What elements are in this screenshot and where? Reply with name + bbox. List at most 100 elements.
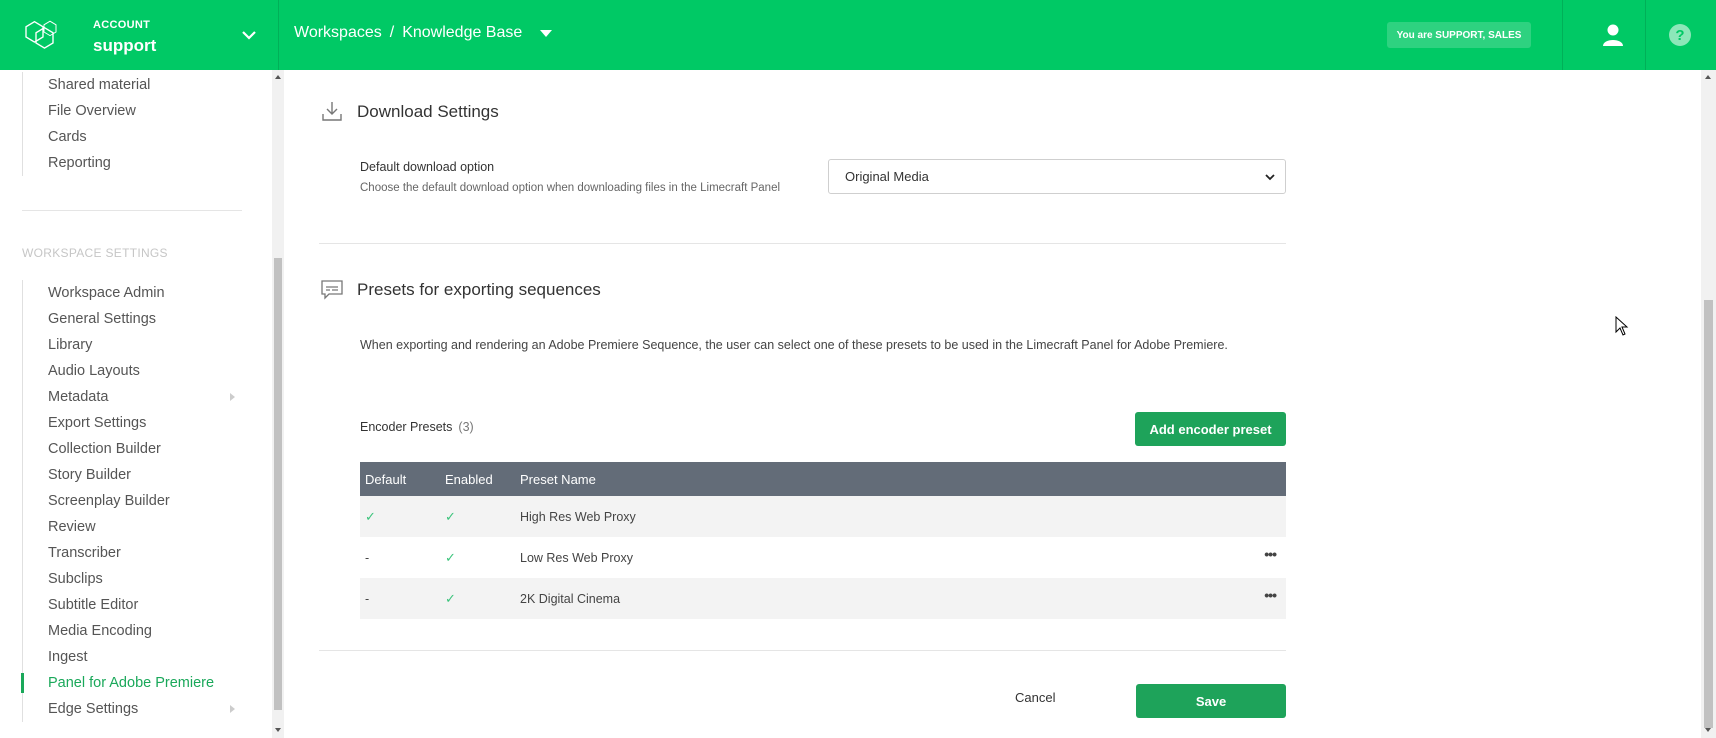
divider bbox=[278, 0, 279, 70]
sidebar-item-label: Reporting bbox=[48, 155, 111, 171]
default-download-select[interactable]: Original Media bbox=[828, 159, 1286, 194]
table-row[interactable]: - ✓ 2K Digital Cinema ••• bbox=[360, 578, 1286, 619]
cancel-button[interactable]: Cancel bbox=[1015, 690, 1055, 705]
preset-name: Low Res Web Proxy bbox=[520, 550, 634, 565]
more-options-icon[interactable]: ••• bbox=[1264, 547, 1277, 561]
sidebar-item-label: Panel for Adobe Premiere bbox=[48, 675, 215, 691]
sidebar-item-collection-builder[interactable]: Collection Builder bbox=[23, 436, 243, 462]
sidebar-item-shared-material[interactable]: Shared material bbox=[23, 72, 243, 98]
presets-description: When exporting and rendering an Adobe Pr… bbox=[360, 338, 1228, 352]
scroll-down-icon[interactable] bbox=[1705, 728, 1711, 732]
caret-down-icon[interactable] bbox=[540, 29, 553, 37]
enabled-check-icon: ✓ bbox=[445, 590, 456, 606]
sidebar: Shared material File Overview Cards Repo… bbox=[0, 70, 284, 738]
add-encoder-preset-button[interactable]: Add encoder preset bbox=[1135, 412, 1286, 446]
sidebar-item-label: Story Builder bbox=[48, 467, 132, 483]
sidebar-item-label: Export Settings bbox=[48, 415, 147, 431]
caret-right-icon bbox=[230, 393, 235, 401]
sidebar-item-media-encoding[interactable]: Media Encoding bbox=[23, 618, 243, 644]
breadcrumb-current[interactable]: Knowledge Base bbox=[402, 24, 522, 42]
caret-right-icon bbox=[230, 705, 235, 713]
breadcrumb-workspaces[interactable]: Workspaces bbox=[294, 24, 382, 42]
divider bbox=[1562, 0, 1563, 70]
sidebar-item-edge-settings[interactable]: Edge Settings bbox=[23, 696, 243, 722]
chevron-down-icon bbox=[1265, 174, 1275, 181]
sidebar-item-general-settings[interactable]: General Settings bbox=[23, 306, 243, 332]
preset-name: 2K Digital Cinema bbox=[520, 591, 621, 606]
download-settings-title: Download Settings bbox=[357, 102, 499, 121]
sidebar-item-metadata[interactable]: Metadata bbox=[23, 384, 243, 410]
more-options-icon[interactable]: ••• bbox=[1264, 588, 1277, 602]
sidebar-item-reporting[interactable]: Reporting bbox=[23, 150, 243, 176]
sidebar-item-panel-for-adobe-premiere[interactable]: Panel for Adobe Premiere bbox=[21, 670, 243, 696]
table-row[interactable]: ✓ ✓ High Res Web Proxy bbox=[360, 496, 1286, 537]
sidebar-item-label: Shared material bbox=[48, 77, 151, 93]
table-header: Default Enabled Preset Name bbox=[360, 462, 1286, 496]
default-value: - bbox=[365, 550, 370, 565]
sidebar-item-subclips[interactable]: Subclips bbox=[23, 566, 243, 592]
sidebar-item-label: Ingest bbox=[48, 649, 88, 665]
sidebar-item-file-overview[interactable]: File Overview bbox=[23, 98, 243, 124]
sidebar-item-subtitle-editor[interactable]: Subtitle Editor bbox=[23, 592, 243, 618]
sidebar-item-export-settings[interactable]: Export Settings bbox=[23, 410, 243, 436]
sidebar-section-title: WORKSPACE SETTINGS bbox=[22, 246, 168, 260]
sidebar-item-workspace-admin[interactable]: Workspace Admin bbox=[23, 280, 243, 306]
enabled-check-icon: ✓ bbox=[445, 549, 456, 565]
sidebar-item-label: Edge Settings bbox=[48, 701, 139, 717]
mouse-cursor-icon bbox=[1615, 316, 1629, 336]
sidebar-item-label: Metadata bbox=[48, 389, 109, 405]
svg-text:?: ? bbox=[1675, 27, 1684, 44]
scrollbar-thumb[interactable] bbox=[1704, 300, 1713, 728]
main-scrollbar[interactable] bbox=[1701, 70, 1716, 738]
encoder-presets-label: Encoder Presets (3) bbox=[360, 420, 474, 434]
default-value: - bbox=[365, 591, 370, 606]
sidebar-item-label: Library bbox=[48, 337, 93, 353]
sidebar-item-label: File Overview bbox=[48, 103, 136, 119]
breadcrumb: Workspaces / Knowledge Base bbox=[294, 24, 553, 42]
user-icon[interactable] bbox=[1600, 22, 1626, 48]
section-divider bbox=[319, 243, 1286, 244]
sidebar-item-transcriber[interactable]: Transcriber bbox=[23, 540, 243, 566]
column-header-default: Default bbox=[365, 471, 407, 487]
help-icon[interactable]: ? bbox=[1667, 22, 1693, 48]
scrollbar-thumb[interactable] bbox=[274, 258, 282, 710]
sidebar-item-label: General Settings bbox=[48, 311, 157, 327]
sidebar-item-label: Cards bbox=[48, 129, 87, 145]
sidebar-item-library[interactable]: Library bbox=[23, 332, 243, 358]
encoder-presets-table: Default Enabled Preset Name ✓ ✓ High Res… bbox=[360, 462, 1286, 619]
preset-name: High Res Web Proxy bbox=[520, 509, 636, 524]
sidebar-item-cards[interactable]: Cards bbox=[23, 124, 243, 150]
sidebar-item-label: Subtitle Editor bbox=[48, 597, 139, 613]
sidebar-item-label: Review bbox=[48, 519, 96, 535]
scroll-up-icon[interactable] bbox=[275, 75, 281, 79]
sidebar-scrollbar[interactable] bbox=[272, 70, 284, 738]
sidebar-item-audio-layouts[interactable]: Audio Layouts bbox=[23, 358, 243, 384]
limecraft-logo[interactable] bbox=[24, 18, 64, 52]
sidebar-item-label: Screenplay Builder bbox=[48, 493, 170, 509]
scroll-down-icon[interactable] bbox=[275, 728, 281, 732]
default-download-label: Default download option bbox=[360, 160, 495, 174]
chevron-down-icon[interactable] bbox=[240, 26, 258, 44]
sidebar-item-label: Media Encoding bbox=[48, 623, 152, 639]
sidebar-item-screenplay-builder[interactable]: Screenplay Builder bbox=[23, 488, 243, 514]
scroll-up-icon[interactable] bbox=[1705, 75, 1711, 79]
sidebar-divider bbox=[22, 210, 242, 211]
divider bbox=[1645, 0, 1646, 70]
table-row[interactable]: - ✓ Low Res Web Proxy ••• bbox=[360, 537, 1286, 578]
sidebar-top-list: Shared material File Overview Cards Repo… bbox=[22, 72, 243, 176]
sidebar-settings-list: Workspace Admin General Settings Library… bbox=[21, 280, 243, 722]
sidebar-item-story-builder[interactable]: Story Builder bbox=[23, 462, 243, 488]
section-divider bbox=[319, 650, 1286, 651]
presets-icon bbox=[321, 280, 343, 300]
save-button[interactable]: Save bbox=[1136, 684, 1286, 718]
download-icon bbox=[322, 102, 342, 121]
sidebar-item-ingest[interactable]: Ingest bbox=[23, 644, 243, 670]
encoder-presets-count: (3) bbox=[458, 420, 474, 434]
sidebar-item-review[interactable]: Review bbox=[23, 514, 243, 540]
column-header-enabled: Enabled bbox=[445, 471, 493, 487]
enabled-check-icon: ✓ bbox=[445, 508, 456, 524]
account-name[interactable]: support bbox=[93, 36, 156, 56]
column-header-preset-name: Preset Name bbox=[520, 471, 596, 487]
sidebar-item-label: Subclips bbox=[48, 571, 103, 587]
default-download-help: Choose the default download option when … bbox=[360, 182, 781, 194]
